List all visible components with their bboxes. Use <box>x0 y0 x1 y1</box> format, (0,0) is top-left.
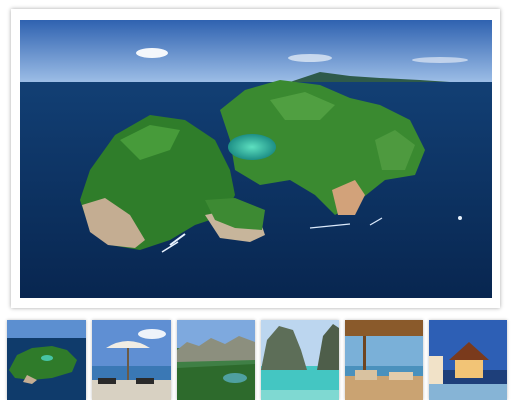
thumbnail-island-aerial[interactable] <box>7 320 86 400</box>
island-aerial-image <box>20 20 492 298</box>
terrace-thumbnail-image <box>345 320 423 400</box>
thumbnail-pavilion-night[interactable] <box>429 320 507 400</box>
pavilion-thumbnail-image <box>429 320 507 400</box>
main-photo[interactable] <box>20 20 492 298</box>
lagoon-thumbnail-image <box>261 320 339 400</box>
thumbnail-beach-umbrella[interactable] <box>92 320 171 400</box>
thumbnail-lagoon-cliffs[interactable] <box>261 320 339 400</box>
hills-thumbnail-image <box>177 320 255 400</box>
island-thumbnail-image <box>7 320 86 400</box>
beach-thumbnail-image <box>92 320 171 400</box>
photo-gallery <box>0 0 514 400</box>
thumbnail-strip <box>0 318 514 400</box>
thumbnail-resort-terrace[interactable] <box>345 320 423 400</box>
thumbnail-limestone-hills[interactable] <box>177 320 255 400</box>
main-photo-frame <box>11 9 500 308</box>
